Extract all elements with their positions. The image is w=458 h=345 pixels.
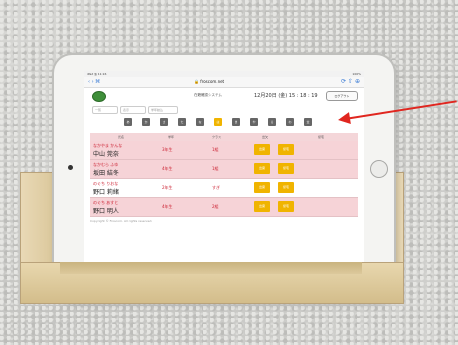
student-name: 野口 明人 <box>93 208 119 215</box>
copyright-footer: Copyright © Froscom. All rights reserved… <box>90 219 153 223</box>
attend-button[interactable]: 出席 <box>254 163 270 174</box>
student-class: 1組 <box>212 166 219 171</box>
student-grade: 3年生 <box>162 147 173 152</box>
browser-nav-buttons[interactable]: ‹ › ⌘ <box>88 79 100 85</box>
app-header: 在籍確認システム 12月20日 (金) 15 : 18 : 19 ログアウト <box>84 88 364 104</box>
annotation-arrow-head-icon <box>337 112 351 126</box>
wooden-holder-inner-edge <box>60 262 362 274</box>
kana-filter-bar: あかさたなはまやらわ全 <box>84 116 364 130</box>
display-select[interactable]: 表示 <box>120 106 146 114</box>
kana-filter-button[interactable]: さ <box>160 118 168 126</box>
kana-filter-button[interactable]: な <box>196 118 204 126</box>
table-row: のぐち あすと 野口 明人 4年生 2組 出席 帰宅 <box>90 198 358 217</box>
leave-button[interactable]: 帰宅 <box>278 144 294 155</box>
kana-filter-button[interactable]: は <box>214 118 222 126</box>
student-class: すぎ <box>212 185 220 190</box>
battery-status: 100% <box>352 72 361 76</box>
logout-button[interactable]: ログアウト <box>326 91 358 101</box>
kana-filter-button[interactable]: や <box>250 118 258 126</box>
front-camera <box>68 165 73 170</box>
attend-button[interactable]: 出席 <box>254 201 270 212</box>
home-button[interactable] <box>370 160 388 178</box>
attend-button[interactable]: 出席 <box>254 144 270 155</box>
table-row: なかやま かんな 中山 莞奈 3年生 1組 出席 帰宅 <box>90 141 358 160</box>
student-class: 1組 <box>212 147 219 152</box>
table-row: なかむら ふゆ 坂田 結冬 4年生 1組 出席 帰宅 <box>90 160 358 179</box>
student-name: 中山 莞奈 <box>93 151 119 158</box>
current-datetime: 12月20日 (金) 15 : 18 : 19 <box>254 93 318 99</box>
app-logo <box>92 91 106 102</box>
kana-filter-button[interactable]: あ <box>124 118 132 126</box>
attend-button[interactable]: 出席 <box>254 182 270 193</box>
url-field[interactable]: 🔒 froscom.net <box>194 79 224 84</box>
header-attendance: 出欠 <box>262 135 269 139</box>
kana-filter-button[interactable]: か <box>142 118 150 126</box>
student-class: 2組 <box>212 204 219 209</box>
status-left: iPad ᯾ 11:16 <box>87 72 107 76</box>
header-class: クラス <box>212 135 221 139</box>
header-grade: 学年 <box>168 135 175 139</box>
app-title: 在籍確認システム <box>194 93 222 97</box>
leave-button[interactable]: 帰宅 <box>278 163 294 174</box>
kana-filter-button[interactable]: ま <box>232 118 240 126</box>
student-grade: 4年生 <box>162 166 173 171</box>
ipad-screen: iPad ᯾ 11:16 100% ‹ › ⌘ 🔒 froscom.net ⟳ … <box>84 71 364 283</box>
kana-filter-button[interactable]: 全 <box>304 118 312 126</box>
kana-filter-button[interactable]: わ <box>286 118 294 126</box>
header-leave: 帰宅 <box>318 135 325 139</box>
student-grade: 2年生 <box>162 185 173 190</box>
browser-url-bar: ‹ › ⌘ 🔒 froscom.net ⟳ ⇧ ⊕ <box>84 77 364 88</box>
kana-filter-button[interactable]: ら <box>268 118 276 126</box>
student-name: 野口 莉緒 <box>93 189 119 196</box>
grade-filter-select[interactable]: 学年絞込 <box>148 106 178 114</box>
student-name: 坂田 結冬 <box>93 170 119 177</box>
table-header: 氏名 学年 クラス 出欠 帰宅 <box>90 133 358 141</box>
header-name: 氏名 <box>118 135 125 139</box>
leave-button[interactable]: 帰宅 <box>278 182 294 193</box>
leave-button[interactable]: 帰宅 <box>278 201 294 212</box>
filter-controls: 一覧 表示 学年絞込 <box>84 105 364 115</box>
browser-tools[interactable]: ⟳ ⇧ ⊕ <box>341 78 360 85</box>
student-grade: 4年生 <box>162 204 173 209</box>
kana-filter-button[interactable]: た <box>178 118 186 126</box>
table-row: のぐち りおな 野口 莉緒 2年生 すぎ 出席 帰宅 <box>90 179 358 198</box>
view-select[interactable]: 一覧 <box>92 106 118 114</box>
student-table: なかやま かんな 中山 莞奈 3年生 1組 出席 帰宅 なかむら ふゆ 坂田 結… <box>90 141 358 217</box>
